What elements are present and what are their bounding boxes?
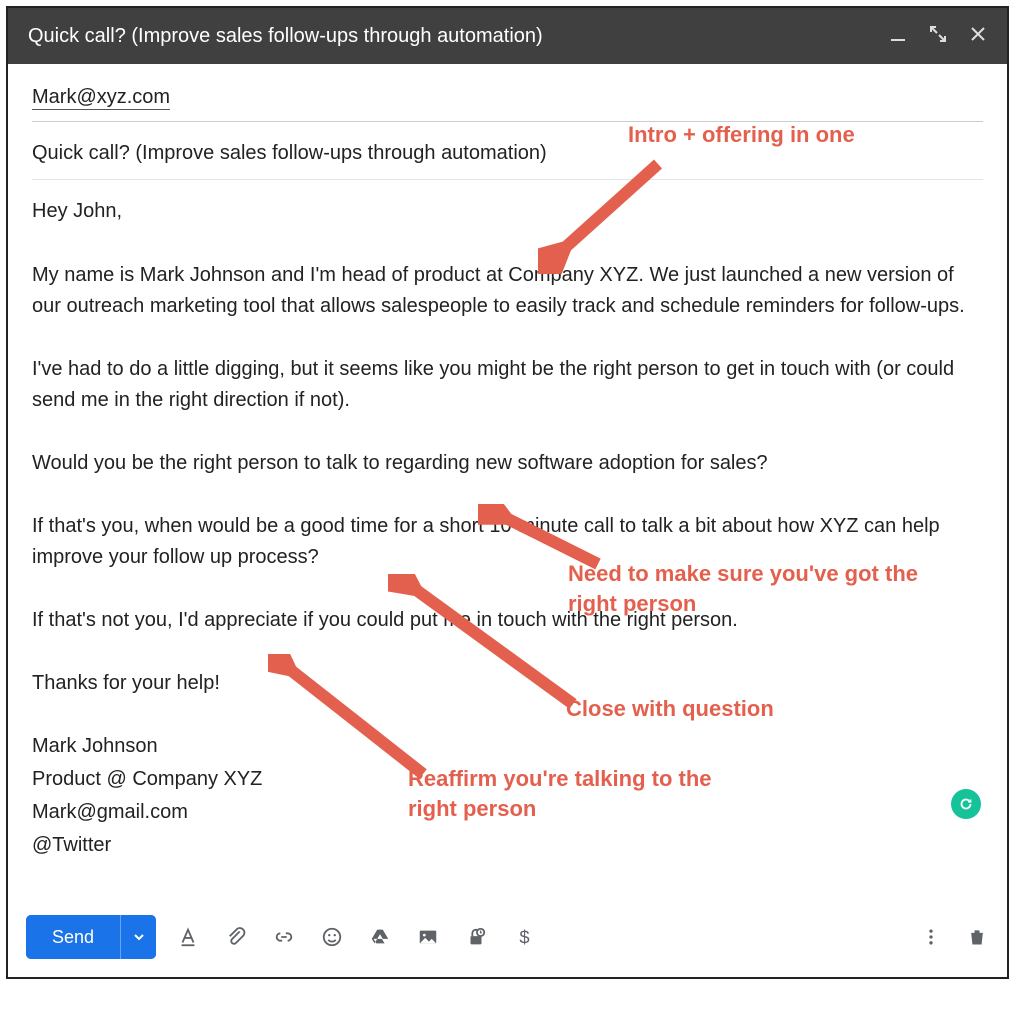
expand-icon[interactable] bbox=[929, 25, 947, 48]
body-p6: Thanks for your help! bbox=[32, 668, 983, 699]
email-body[interactable]: Hey John, My name is Mark Johnson and I'… bbox=[32, 190, 983, 889]
body-p5: If that's not you, I'd appreciate if you… bbox=[32, 605, 983, 636]
emoji-icon[interactable] bbox=[320, 925, 344, 949]
signature-twitter: @Twitter bbox=[32, 830, 983, 861]
more-options-icon[interactable] bbox=[919, 925, 943, 949]
compose-toolbar: Send bbox=[8, 901, 1007, 977]
attach-icon[interactable] bbox=[224, 925, 248, 949]
greeting: Hey John, bbox=[32, 196, 983, 227]
signature-email: Mark@gmail.com bbox=[32, 797, 983, 828]
text-format-icon[interactable] bbox=[176, 925, 200, 949]
send-options-button[interactable] bbox=[120, 915, 156, 959]
send-button[interactable]: Send bbox=[26, 915, 120, 959]
body-p4: If that's you, when would be a good time… bbox=[32, 511, 983, 573]
svg-text:$: $ bbox=[519, 926, 529, 947]
to-field[interactable]: Mark@xyz.com bbox=[32, 82, 983, 122]
compose-window: Quick call? (Improve sales follow-ups th… bbox=[6, 6, 1009, 979]
format-tools: $ bbox=[170, 925, 919, 949]
signature-name: Mark Johnson bbox=[32, 731, 983, 762]
link-icon[interactable] bbox=[272, 925, 296, 949]
body-p3: Would you be the right person to talk to… bbox=[32, 448, 983, 479]
titlebar-controls bbox=[889, 25, 987, 48]
compose-body: Mark@xyz.com Quick call? (Improve sales … bbox=[8, 64, 1007, 901]
titlebar-subject: Quick call? (Improve sales follow-ups th… bbox=[28, 25, 543, 48]
trash-icon[interactable] bbox=[965, 925, 989, 949]
body-p1: My name is Mark Johnson and I'm head of … bbox=[32, 260, 983, 322]
image-icon[interactable] bbox=[416, 925, 440, 949]
grammarly-icon[interactable] bbox=[951, 789, 981, 819]
send-button-group: Send bbox=[26, 915, 156, 959]
minimize-icon[interactable] bbox=[889, 25, 907, 48]
close-icon[interactable] bbox=[969, 25, 987, 48]
money-icon[interactable]: $ bbox=[512, 925, 536, 949]
toolbar-right bbox=[919, 925, 989, 949]
drive-icon[interactable] bbox=[368, 925, 392, 949]
signature-title: Product @ Company XYZ bbox=[32, 764, 983, 795]
body-p2: I've had to do a little digging, but it … bbox=[32, 354, 983, 416]
subject-field[interactable]: Quick call? (Improve sales follow-ups th… bbox=[32, 128, 983, 180]
confidential-icon[interactable] bbox=[464, 925, 488, 949]
titlebar: Quick call? (Improve sales follow-ups th… bbox=[8, 8, 1007, 64]
recipient-chip[interactable]: Mark@xyz.com bbox=[32, 86, 170, 110]
